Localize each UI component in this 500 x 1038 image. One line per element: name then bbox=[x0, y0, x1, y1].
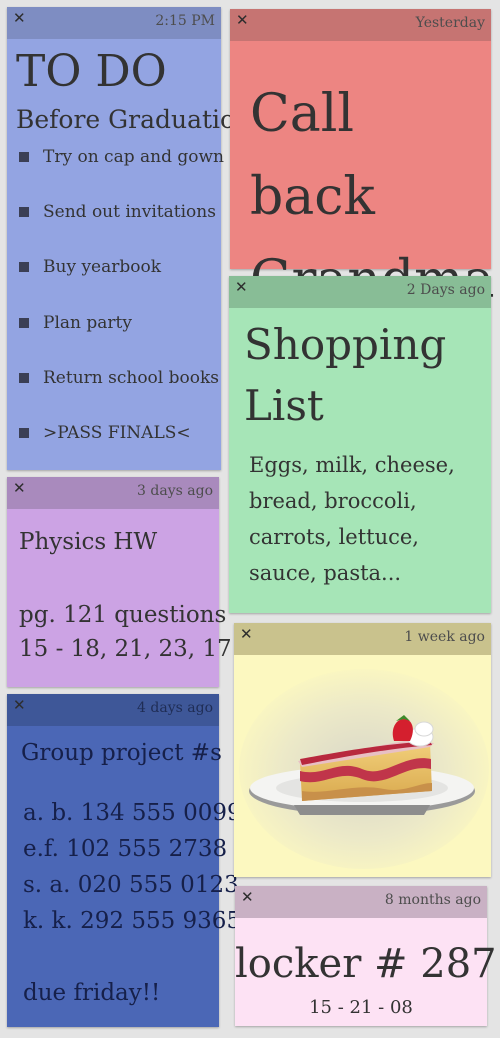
close-icon[interactable]: ✕ bbox=[235, 279, 248, 296]
note-line: pg. 121 questions bbox=[19, 602, 227, 628]
note-timestamp: 3 days ago bbox=[137, 483, 213, 499]
note-timestamp: 2 Days ago bbox=[406, 282, 485, 298]
todo-item: Plan party bbox=[19, 311, 224, 366]
note-titlebar[interactable]: ✕ 2 Days ago bbox=[229, 276, 491, 308]
note-line: 15 - 18, 21, 23, 17 bbox=[19, 636, 232, 662]
note-title: Shopping List bbox=[244, 320, 447, 430]
note-physics[interactable]: ✕ 3 days ago Physics HW pg. 121 question… bbox=[7, 477, 232, 687]
note-titlebar[interactable]: ✕ 4 days ago bbox=[7, 694, 219, 726]
bullet-icon bbox=[19, 317, 29, 328]
close-icon[interactable]: ✕ bbox=[13, 697, 26, 714]
bullet-icon bbox=[19, 152, 29, 162]
note-timestamp: 2:15 PM bbox=[155, 13, 215, 29]
note-title: Group project #s bbox=[21, 740, 222, 766]
bullet-icon bbox=[19, 262, 29, 273]
phone-number: k. k. 292 555 9365 bbox=[23, 908, 242, 934]
close-icon[interactable]: ✕ bbox=[13, 480, 26, 497]
note-titlebar[interactable]: ✕ 3 days ago bbox=[7, 477, 219, 509]
note-todo[interactable]: ✕ 2:15 PM TO DO Before Graduation Try on… bbox=[7, 7, 251, 470]
cheesecake-icon bbox=[239, 669, 489, 869]
note-timestamp: Yesterday bbox=[415, 15, 485, 31]
todo-item: Send out invitations bbox=[19, 200, 224, 255]
close-icon[interactable]: ✕ bbox=[13, 10, 26, 27]
note-locker[interactable]: ✕ 8 months ago locker # 287 15 - 21 - 08 bbox=[235, 886, 497, 1026]
note-subtitle: Before Graduation bbox=[16, 105, 252, 134]
todo-item: Try on cap and gown bbox=[19, 145, 224, 200]
phone-number: a. b. 134 555 0099 bbox=[23, 800, 242, 826]
note-cake-image[interactable]: ✕ 1 week ago bbox=[234, 623, 491, 877]
note-title: locker # 287 bbox=[235, 941, 497, 987]
note-titlebar[interactable]: ✕ 1 week ago bbox=[234, 623, 491, 655]
note-titlebar[interactable]: ✕ 2:15 PM bbox=[7, 7, 221, 39]
close-icon[interactable]: ✕ bbox=[236, 12, 249, 29]
todo-item: Buy yearbook bbox=[19, 255, 224, 310]
note-title: Physics HW bbox=[19, 529, 158, 555]
phone-number: e.f. 102 555 2738 bbox=[23, 836, 228, 862]
note-shopping[interactable]: ✕ 2 Days ago Shopping List Eggs, milk, c… bbox=[229, 276, 491, 613]
note-timestamp: 8 months ago bbox=[384, 892, 481, 908]
note-line: due friday!! bbox=[23, 980, 161, 1006]
note-timestamp: 4 days ago bbox=[137, 700, 213, 716]
bullet-icon bbox=[19, 372, 29, 383]
cake-image bbox=[234, 655, 491, 877]
phone-number: s. a. 020 555 0123 bbox=[23, 872, 239, 898]
note-group-project[interactable]: ✕ 4 days ago Group project #s a. b. 134 … bbox=[7, 694, 242, 1027]
note-timestamp: 1 week ago bbox=[404, 629, 485, 645]
close-icon[interactable]: ✕ bbox=[240, 626, 253, 643]
todo-item: >PASS FINALS< bbox=[19, 421, 224, 476]
note-title: TO DO bbox=[16, 46, 167, 97]
note-grandma[interactable]: ✕ Yesterday Call back Grandma bbox=[230, 9, 495, 310]
note-body: Eggs, milk, cheese, bread, broccoli, car… bbox=[249, 453, 455, 585]
bullet-icon bbox=[19, 427, 29, 438]
close-icon[interactable]: ✕ bbox=[241, 889, 254, 906]
note-titlebar[interactable]: ✕ Yesterday bbox=[230, 9, 491, 41]
todo-list: Try on cap and gown Send out invitations… bbox=[19, 145, 224, 476]
todo-item: Return school books bbox=[19, 366, 224, 421]
locker-combo: 15 - 21 - 08 bbox=[309, 997, 413, 1018]
bullet-icon bbox=[19, 207, 29, 218]
note-titlebar[interactable]: ✕ 8 months ago bbox=[235, 886, 487, 918]
